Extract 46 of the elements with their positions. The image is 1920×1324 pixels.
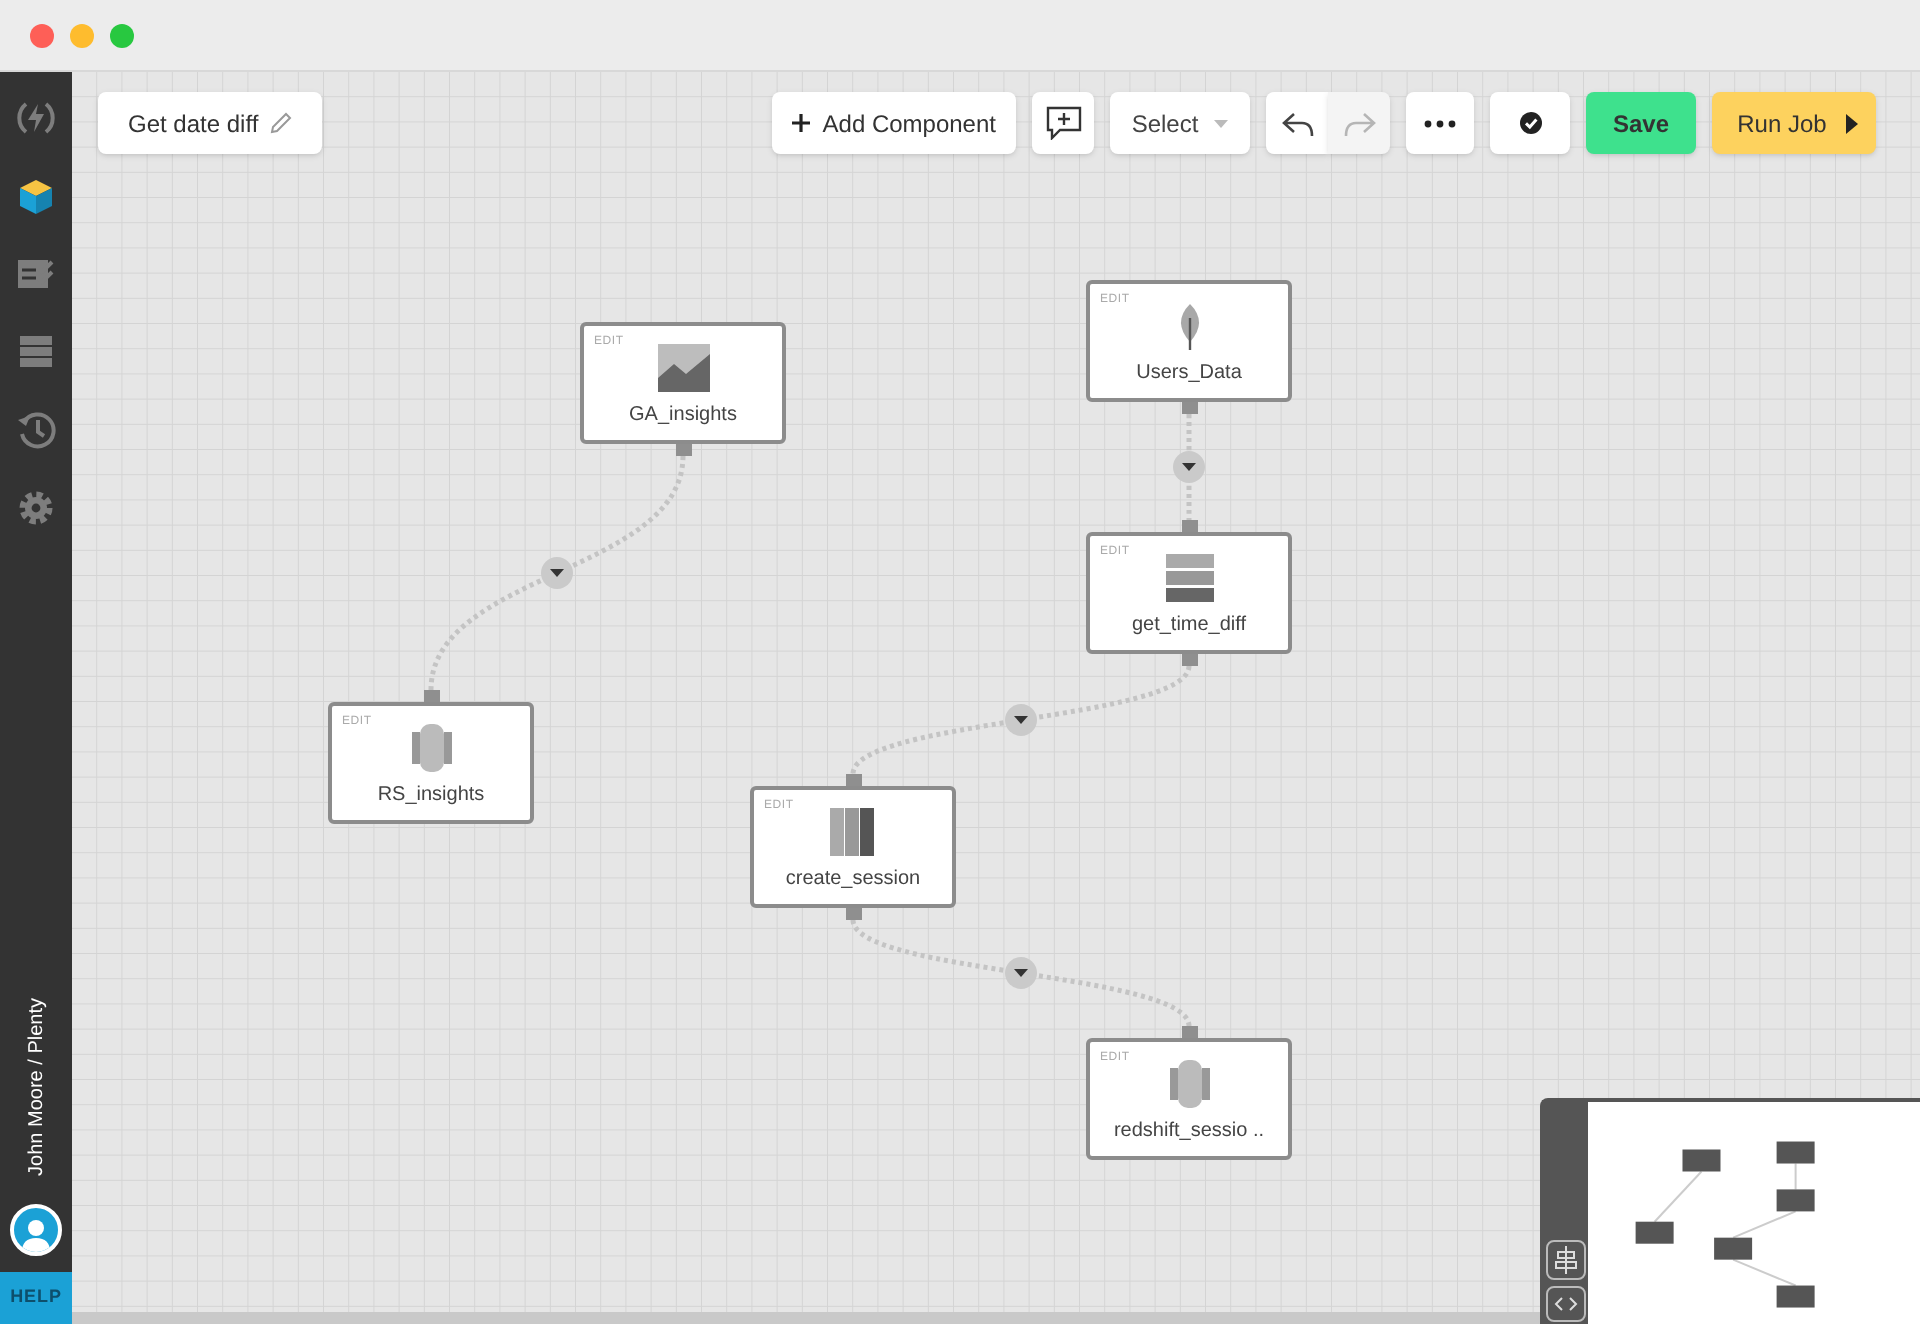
code-icon xyxy=(1554,1296,1578,1312)
arrow-down-icon[interactable] xyxy=(1005,957,1037,989)
close-icon[interactable] xyxy=(30,23,54,47)
align-center-icon xyxy=(1554,1246,1578,1274)
play-icon xyxy=(1846,113,1859,133)
arrow-down-icon[interactable] xyxy=(1173,451,1205,483)
comment-icon xyxy=(1045,106,1081,140)
columns-icon xyxy=(827,808,879,856)
gear-icon[interactable] xyxy=(16,488,56,528)
layers-icon xyxy=(1163,554,1215,602)
bolt-icon[interactable] xyxy=(16,98,56,138)
history-icon[interactable] xyxy=(16,410,56,450)
select-dropdown[interactable]: Select xyxy=(1110,92,1250,154)
caret-icon xyxy=(1214,119,1229,127)
server-icon[interactable] xyxy=(16,332,56,372)
arrow-down-icon[interactable] xyxy=(1005,704,1037,736)
chart-icon xyxy=(657,344,709,392)
node-label: create_session xyxy=(785,866,921,894)
save-button[interactable]: Save xyxy=(1586,92,1696,154)
node-label: get_time_diff xyxy=(1131,612,1247,640)
node-label: RS_insights xyxy=(377,782,485,810)
zoom-icon[interactable] xyxy=(110,23,134,47)
more-icon xyxy=(1424,119,1456,127)
run-job-button[interactable]: Run Job xyxy=(1712,92,1876,154)
avatar-icon[interactable] xyxy=(10,1204,62,1256)
undo-arrow-icon xyxy=(1281,109,1313,137)
plus-icon xyxy=(792,114,811,132)
undo-button[interactable] xyxy=(1266,92,1328,154)
code-button[interactable] xyxy=(1546,1286,1586,1322)
cube-icon[interactable] xyxy=(16,176,56,216)
checklist-icon[interactable] xyxy=(16,254,56,294)
comment-button[interactable] xyxy=(1032,92,1094,154)
add-component-button[interactable]: Add Component xyxy=(772,92,1016,154)
validate-button[interactable] xyxy=(1490,92,1570,154)
user-name: John Moore / Plenty xyxy=(23,998,49,1176)
node-label: GA_insights xyxy=(629,402,737,430)
node-label: Users_Data xyxy=(1136,360,1242,388)
arrow-down-icon[interactable] xyxy=(541,557,573,589)
check-circle-icon xyxy=(1519,112,1541,134)
redo-arrow-icon xyxy=(1343,109,1375,137)
connector xyxy=(1186,414,1192,520)
node-label: redshift_sessio .. xyxy=(1113,1118,1265,1146)
center-button[interactable] xyxy=(1546,1240,1586,1280)
more-button[interactable] xyxy=(1406,92,1474,154)
pencil-icon xyxy=(270,112,293,134)
job-name-button[interactable]: Get date diff xyxy=(98,92,323,154)
